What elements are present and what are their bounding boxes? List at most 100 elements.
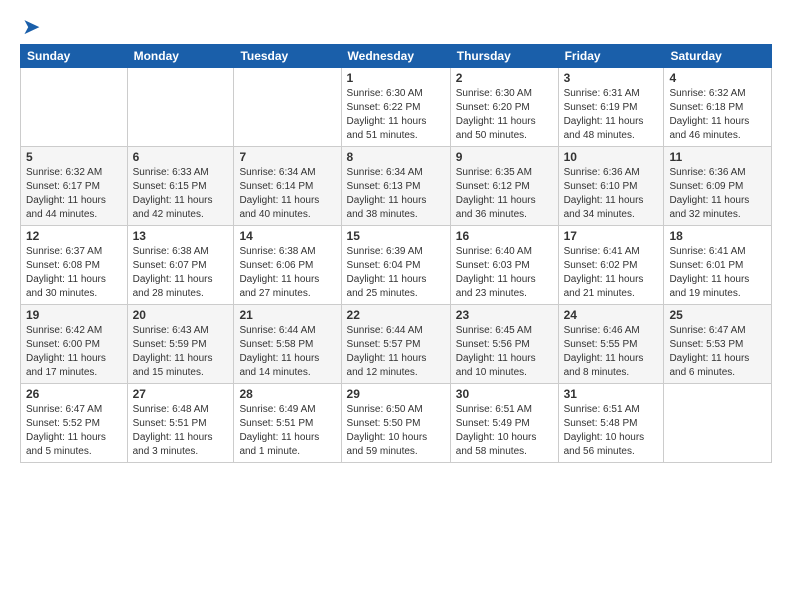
day-info: Sunrise: 6:50 AM Sunset: 5:50 PM Dayligh…: [347, 403, 445, 459]
day-info: Sunrise: 6:41 AM Sunset: 6:02 PM Dayligh…: [564, 245, 659, 301]
day-cell: 6 Sunrise: 6:33 AM Sunset: 6:15 PM Daylig…: [127, 147, 234, 226]
day-cell: 28 Sunrise: 6:49 AM Sunset: 5:51 PM Dayli…: [234, 384, 341, 463]
day-info: Sunrise: 6:35 AM Sunset: 6:12 PM Dayligh…: [456, 166, 553, 222]
day-info: Sunrise: 6:36 AM Sunset: 6:10 PM Dayligh…: [564, 166, 659, 222]
day-cell: 20 Sunrise: 6:43 AM Sunset: 5:59 PM Dayli…: [127, 305, 234, 384]
day-cell: 11 Sunrise: 6:36 AM Sunset: 6:09 PM Dayli…: [664, 147, 772, 226]
day-info: Sunrise: 6:38 AM Sunset: 6:07 PM Dayligh…: [133, 245, 229, 301]
day-info: Sunrise: 6:40 AM Sunset: 6:03 PM Dayligh…: [456, 245, 553, 301]
day-cell: 2Sunrise: 6:30 AM Sunset: 6:20 PM Daylig…: [450, 68, 558, 147]
day-info: Sunrise: 6:49 AM Sunset: 5:51 PM Dayligh…: [239, 403, 335, 459]
day-cell: 18 Sunrise: 6:41 AM Sunset: 6:01 PM Dayli…: [664, 226, 772, 305]
day-number: 24: [564, 308, 659, 322]
day-number: 8: [347, 150, 445, 164]
page: ➤ SundayMondayTuesdayWednesdayThursdayFr…: [0, 0, 792, 612]
day-cell: [664, 384, 772, 463]
day-cell: 12Sunrise: 6:37 AM Sunset: 6:08 PM Dayli…: [21, 226, 128, 305]
week-row-1: 1 Sunrise: 6:30 AM Sunset: 6:22 PM Daylig…: [21, 68, 772, 147]
day-cell: 30 Sunrise: 6:51 AM Sunset: 5:49 PM Dayli…: [450, 384, 558, 463]
day-number: 5: [26, 150, 122, 164]
calendar-table: SundayMondayTuesdayWednesdayThursdayFrid…: [20, 44, 772, 463]
day-cell: [127, 68, 234, 147]
day-cell: 29 Sunrise: 6:50 AM Sunset: 5:50 PM Dayli…: [341, 384, 450, 463]
weekday-header-sunday: Sunday: [21, 45, 128, 68]
day-info: Sunrise: 6:33 AM Sunset: 6:15 PM Dayligh…: [133, 166, 229, 222]
day-number: 20: [133, 308, 229, 322]
weekday-header-friday: Friday: [558, 45, 664, 68]
day-info: Sunrise: 6:47 AM Sunset: 5:53 PM Dayligh…: [669, 324, 766, 380]
day-cell: 4 Sunrise: 6:32 AM Sunset: 6:18 PM Daylig…: [664, 68, 772, 147]
day-cell: 23Sunrise: 6:45 AM Sunset: 5:56 PM Dayli…: [450, 305, 558, 384]
day-number: 15: [347, 229, 445, 243]
weekday-header-row: SundayMondayTuesdayWednesdayThursdayFrid…: [21, 45, 772, 68]
header: ➤: [20, 16, 772, 38]
week-row-3: 12Sunrise: 6:37 AM Sunset: 6:08 PM Dayli…: [21, 226, 772, 305]
day-number: 30: [456, 387, 553, 401]
day-cell: [21, 68, 128, 147]
day-number: 1: [347, 71, 445, 85]
day-cell: 14 Sunrise: 6:38 AM Sunset: 6:06 PM Dayli…: [234, 226, 341, 305]
day-info: Sunrise: 6:36 AM Sunset: 6:09 PM Dayligh…: [669, 166, 766, 222]
day-number: 13: [133, 229, 229, 243]
day-cell: 5 Sunrise: 6:32 AM Sunset: 6:17 PM Daylig…: [21, 147, 128, 226]
day-info: Sunrise: 6:42 AM Sunset: 6:00 PM Dayligh…: [26, 324, 122, 380]
day-cell: 10Sunrise: 6:36 AM Sunset: 6:10 PM Dayli…: [558, 147, 664, 226]
day-cell: 8Sunrise: 6:34 AM Sunset: 6:13 PM Daylig…: [341, 147, 450, 226]
day-info: Sunrise: 6:30 AM Sunset: 6:20 PM Dayligh…: [456, 87, 553, 143]
day-number: 14: [239, 229, 335, 243]
day-cell: 31 Sunrise: 6:51 AM Sunset: 5:48 PM Dayli…: [558, 384, 664, 463]
day-info: Sunrise: 6:44 AM Sunset: 5:57 PM Dayligh…: [347, 324, 445, 380]
weekday-header-wednesday: Wednesday: [341, 45, 450, 68]
day-cell: 22Sunrise: 6:44 AM Sunset: 5:57 PM Dayli…: [341, 305, 450, 384]
day-info: Sunrise: 6:43 AM Sunset: 5:59 PM Dayligh…: [133, 324, 229, 380]
day-number: 9: [456, 150, 553, 164]
week-row-5: 26Sunrise: 6:47 AM Sunset: 5:52 PM Dayli…: [21, 384, 772, 463]
day-number: 19: [26, 308, 122, 322]
day-cell: 27 Sunrise: 6:48 AM Sunset: 5:51 PM Dayli…: [127, 384, 234, 463]
week-row-4: 19 Sunrise: 6:42 AM Sunset: 6:00 PM Dayli…: [21, 305, 772, 384]
day-info: Sunrise: 6:39 AM Sunset: 6:04 PM Dayligh…: [347, 245, 445, 301]
day-info: Sunrise: 6:41 AM Sunset: 6:01 PM Dayligh…: [669, 245, 766, 301]
day-cell: 26Sunrise: 6:47 AM Sunset: 5:52 PM Dayli…: [21, 384, 128, 463]
day-number: 4: [669, 71, 766, 85]
day-cell: 15 Sunrise: 6:39 AM Sunset: 6:04 PM Dayli…: [341, 226, 450, 305]
day-number: 23: [456, 308, 553, 322]
day-number: 18: [669, 229, 766, 243]
day-cell: 17 Sunrise: 6:41 AM Sunset: 6:02 PM Dayli…: [558, 226, 664, 305]
week-row-2: 5 Sunrise: 6:32 AM Sunset: 6:17 PM Daylig…: [21, 147, 772, 226]
day-info: Sunrise: 6:44 AM Sunset: 5:58 PM Dayligh…: [239, 324, 335, 380]
day-number: 28: [239, 387, 335, 401]
day-number: 3: [564, 71, 659, 85]
weekday-header-thursday: Thursday: [450, 45, 558, 68]
day-cell: 21Sunrise: 6:44 AM Sunset: 5:58 PM Dayli…: [234, 305, 341, 384]
day-info: Sunrise: 6:32 AM Sunset: 6:18 PM Dayligh…: [669, 87, 766, 143]
day-info: Sunrise: 6:37 AM Sunset: 6:08 PM Dayligh…: [26, 245, 122, 301]
day-number: 27: [133, 387, 229, 401]
day-info: Sunrise: 6:30 AM Sunset: 6:22 PM Dayligh…: [347, 87, 445, 143]
day-cell: 19 Sunrise: 6:42 AM Sunset: 6:00 PM Dayli…: [21, 305, 128, 384]
weekday-header-monday: Monday: [127, 45, 234, 68]
day-cell: 1 Sunrise: 6:30 AM Sunset: 6:22 PM Daylig…: [341, 68, 450, 147]
day-number: 29: [347, 387, 445, 401]
day-number: 17: [564, 229, 659, 243]
day-cell: 13 Sunrise: 6:38 AM Sunset: 6:07 PM Dayli…: [127, 226, 234, 305]
day-cell: 7Sunrise: 6:34 AM Sunset: 6:14 PM Daylig…: [234, 147, 341, 226]
day-number: 7: [239, 150, 335, 164]
logo-bird-icon: ➤: [22, 16, 40, 38]
day-cell: 24 Sunrise: 6:46 AM Sunset: 5:55 PM Dayli…: [558, 305, 664, 384]
day-cell: 3Sunrise: 6:31 AM Sunset: 6:19 PM Daylig…: [558, 68, 664, 147]
day-info: Sunrise: 6:38 AM Sunset: 6:06 PM Dayligh…: [239, 245, 335, 301]
day-cell: 16Sunrise: 6:40 AM Sunset: 6:03 PM Dayli…: [450, 226, 558, 305]
day-cell: [234, 68, 341, 147]
day-number: 31: [564, 387, 659, 401]
day-info: Sunrise: 6:32 AM Sunset: 6:17 PM Dayligh…: [26, 166, 122, 222]
day-info: Sunrise: 6:51 AM Sunset: 5:49 PM Dayligh…: [456, 403, 553, 459]
day-cell: 9 Sunrise: 6:35 AM Sunset: 6:12 PM Daylig…: [450, 147, 558, 226]
day-info: Sunrise: 6:51 AM Sunset: 5:48 PM Dayligh…: [564, 403, 659, 459]
day-number: 11: [669, 150, 766, 164]
day-info: Sunrise: 6:46 AM Sunset: 5:55 PM Dayligh…: [564, 324, 659, 380]
weekday-header-saturday: Saturday: [664, 45, 772, 68]
day-number: 6: [133, 150, 229, 164]
weekday-header-tuesday: Tuesday: [234, 45, 341, 68]
day-info: Sunrise: 6:48 AM Sunset: 5:51 PM Dayligh…: [133, 403, 229, 459]
